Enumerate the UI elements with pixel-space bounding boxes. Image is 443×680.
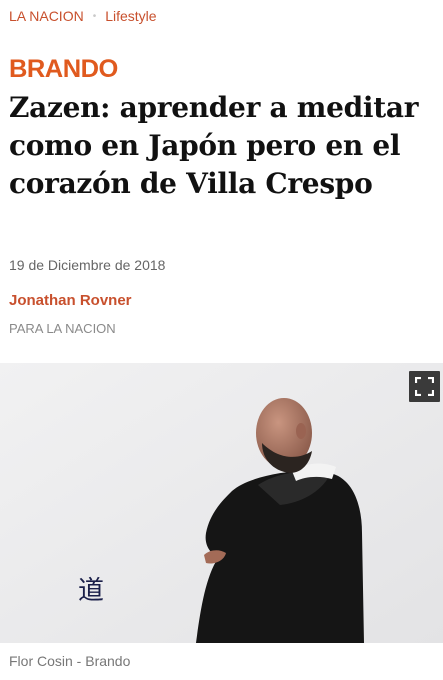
- breadcrumb-la-nacion-link[interactable]: LA NACION: [9, 8, 84, 24]
- author-outlet: PARA LA NACION: [9, 321, 116, 336]
- breadcrumb-separator: •: [92, 10, 97, 22]
- breadcrumb-lifestyle-link[interactable]: Lifestyle: [105, 8, 156, 24]
- article-date: 19 de Diciembre de 2018: [9, 257, 166, 273]
- article-photo[interactable]: 道: [0, 363, 443, 643]
- author-link[interactable]: Jonathan Rovner: [9, 292, 132, 309]
- calligraphy-glyph: 道: [78, 576, 104, 606]
- photo-caption: Flor Cosin - Brando: [9, 653, 131, 669]
- article-headline: Zazen: aprender a meditar como en Japón …: [9, 91, 419, 200]
- photo-image: 道: [0, 363, 443, 643]
- expand-icon: [415, 377, 434, 396]
- breadcrumb: LA NACION • Lifestyle: [9, 7, 157, 25]
- fullscreen-button[interactable]: [409, 371, 440, 402]
- brando-logo[interactable]: BRANDO: [9, 55, 118, 83]
